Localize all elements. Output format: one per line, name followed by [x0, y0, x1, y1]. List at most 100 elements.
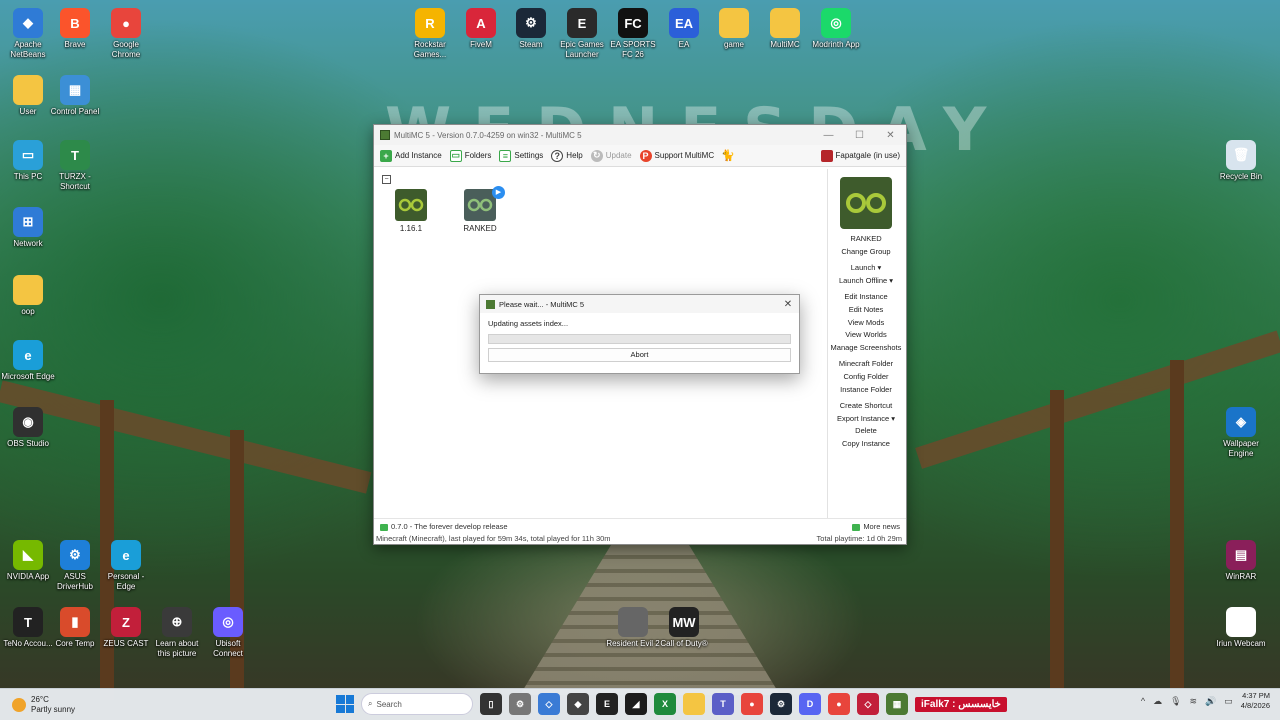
- file-explorer-icon[interactable]: [683, 693, 705, 715]
- support-button[interactable]: P Support MultiMC: [639, 149, 714, 162]
- edit-instance-button[interactable]: Edit Instance: [826, 291, 906, 304]
- config-folder-button[interactable]: Config Folder: [826, 371, 906, 384]
- weather-widget[interactable]: 26°C Partly sunny: [0, 695, 200, 715]
- dialog-close-icon[interactable]: ✕: [777, 299, 799, 310]
- minecraft-folder-button[interactable]: Minecraft Folder: [826, 358, 906, 371]
- selected-instance-icon[interactable]: [840, 177, 892, 229]
- update-button[interactable]: ↻ Update: [590, 149, 632, 162]
- battery-icon[interactable]: ▭: [1224, 696, 1233, 707]
- launch-offline-button[interactable]: Launch Offline ▾: [826, 275, 906, 288]
- desktop-icon-label: Learn about this picture: [155, 639, 199, 658]
- desktop-icon[interactable]: ◯ Iriun Webcam: [1213, 607, 1269, 649]
- steam-icon[interactable]: ⚙: [770, 693, 792, 715]
- desktop-icon[interactable]: 🗑 Recycle Bin: [1213, 140, 1269, 182]
- chrome-icon[interactable]: ●: [828, 693, 850, 715]
- group-collapse-toggle[interactable]: −: [382, 175, 391, 184]
- excel-icon[interactable]: X: [654, 693, 676, 715]
- microphone-icon[interactable]: 🎙: [1170, 696, 1181, 707]
- desktop-icon[interactable]: E Epic Games Launcher: [554, 8, 610, 60]
- instance-item-selected[interactable]: ▶ RANKED: [455, 186, 505, 233]
- desktop-icon[interactable]: Resident Evil 2: [605, 607, 661, 649]
- window-titlebar[interactable]: MultiMC 5 - Version 0.7.0-4259 on win32 …: [374, 125, 906, 145]
- desktop-app-icon: ⚙: [516, 8, 546, 38]
- app-icon[interactable]: ◢: [625, 693, 647, 715]
- settings-icon: ≡: [499, 149, 512, 162]
- desktop-icon[interactable]: ▦ Control Panel: [47, 75, 103, 117]
- more-news-button[interactable]: More news: [852, 522, 900, 531]
- add-instance-button[interactable]: + Add Instance: [380, 149, 442, 162]
- news-link[interactable]: 0.7.0 - The forever develop release: [380, 522, 508, 531]
- clock-time: 4:37 PM: [1242, 691, 1270, 700]
- desktop-icon[interactable]: ⚙ Steam: [503, 8, 559, 50]
- folders-button[interactable]: ▭ Folders: [449, 149, 492, 162]
- desktop-icon[interactable]: ◈ Wallpaper Engine: [1213, 407, 1269, 459]
- desktop-icon[interactable]: R Rockstar Games...: [402, 8, 458, 60]
- user-tag[interactable]: iFalk7 : خايسسس: [915, 696, 1007, 712]
- desktop-icon[interactable]: e Personal - Edge: [98, 540, 154, 592]
- abort-button[interactable]: Abort: [488, 348, 791, 362]
- instance-item[interactable]: 1.16.1: [386, 189, 436, 233]
- multimc-taskbar-icon[interactable]: ▦: [886, 693, 908, 715]
- desktop-icon[interactable]: T TURZX - Shortcut: [47, 140, 103, 192]
- desktop-icon[interactable]: A FiveM: [453, 8, 509, 50]
- desktop-icon[interactable]: ▤ WinRAR: [1213, 540, 1269, 582]
- settings-button[interactable]: ≡ Settings: [499, 149, 543, 162]
- desktop-icon[interactable]: Z ZEUS CAST: [98, 607, 154, 649]
- app-icon[interactable]: ◇: [857, 693, 879, 715]
- folders-label: Folders: [464, 151, 492, 160]
- maximize-button[interactable]: ☐: [844, 130, 875, 141]
- desktop-icon-label: Google Chrome: [111, 40, 141, 59]
- chevron-up-icon[interactable]: ^: [1141, 696, 1145, 706]
- desktop-icon[interactable]: oop: [0, 275, 56, 317]
- search-icon: ⌕: [368, 699, 373, 708]
- copy-instance-button[interactable]: Copy Instance: [826, 438, 906, 451]
- minimize-button[interactable]: —: [813, 130, 844, 141]
- desktop-icon[interactable]: ⊕ Learn about this picture: [149, 607, 205, 659]
- clock[interactable]: 4:37 PM 4/8/2026: [1241, 691, 1270, 711]
- discord-icon[interactable]: D: [799, 693, 821, 715]
- desktop-icon[interactable]: EA EA: [656, 8, 712, 50]
- desktop-icon[interactable]: ◎ Modrinth App: [808, 8, 864, 50]
- desktop-icon[interactable]: ◉ OBS Studio: [0, 407, 56, 449]
- launch-button[interactable]: Launch ▾: [826, 262, 906, 275]
- desktop-icon[interactable]: ⊞ Network: [0, 207, 56, 249]
- help-button[interactable]: ? Help: [551, 149, 583, 162]
- view-mods-button[interactable]: View Mods: [826, 317, 906, 330]
- app-icon[interactable]: ◇: [538, 693, 560, 715]
- app-icon[interactable]: ◆: [567, 693, 589, 715]
- change-group-button[interactable]: Change Group: [826, 246, 906, 259]
- desktop-icon[interactable]: FC EA SPORTS FC 26: [605, 8, 661, 60]
- volume-icon[interactable]: 🔊: [1205, 696, 1216, 707]
- desktop-icon[interactable]: game: [706, 8, 762, 50]
- instance-folder-button[interactable]: Instance Folder: [826, 384, 906, 397]
- desktop-icon[interactable]: ◎ Ubisoft Connect: [200, 607, 256, 659]
- weather-temp: 26°C: [31, 694, 49, 704]
- close-button[interactable]: ✕: [875, 130, 906, 141]
- edit-notes-button[interactable]: Edit Notes: [826, 304, 906, 317]
- desktop-icon[interactable]: B Brave: [47, 8, 103, 50]
- dialog-titlebar[interactable]: Please wait... - MultiMC 5 ✕: [480, 295, 799, 313]
- task-view-icon[interactable]: ▯: [480, 693, 502, 715]
- manage-screenshots-button[interactable]: Manage Screenshots: [826, 342, 906, 355]
- settings-gear-icon[interactable]: ⚙: [509, 693, 531, 715]
- chrome-icon[interactable]: ●: [741, 693, 763, 715]
- desktop-icon[interactable]: ● Google Chrome: [98, 8, 154, 60]
- cat-button[interactable]: 🐈: [721, 150, 735, 162]
- profile-button[interactable]: Fapatgale (in use): [820, 149, 906, 162]
- desktop-icon[interactable]: e Microsoft Edge: [0, 340, 56, 382]
- teams-icon[interactable]: T: [712, 693, 734, 715]
- search-box[interactable]: ⌕ Search: [361, 693, 473, 715]
- export-instance-button[interactable]: Export Instance ▾: [826, 413, 906, 426]
- desktop-icon[interactable]: MultiMC: [757, 8, 813, 50]
- view-worlds-button[interactable]: View Worlds: [826, 329, 906, 342]
- delete-button[interactable]: Delete: [826, 425, 906, 438]
- desktop-icon[interactable]: ▮ Core Temp: [47, 607, 103, 649]
- network-icon[interactable]: ☁: [1153, 696, 1162, 707]
- desktop-icon[interactable]: ⚙ ASUS DriverHub: [47, 540, 103, 592]
- desktop-icon[interactable]: MW Call of Duty®: [656, 607, 712, 649]
- start-button[interactable]: [336, 695, 354, 713]
- wifi-icon[interactable]: ≋: [1190, 696, 1198, 707]
- desktop-icon-label: OBS Studio: [7, 439, 49, 448]
- epic-games-icon[interactable]: E: [596, 693, 618, 715]
- create-shortcut-button[interactable]: Create Shortcut: [826, 400, 906, 413]
